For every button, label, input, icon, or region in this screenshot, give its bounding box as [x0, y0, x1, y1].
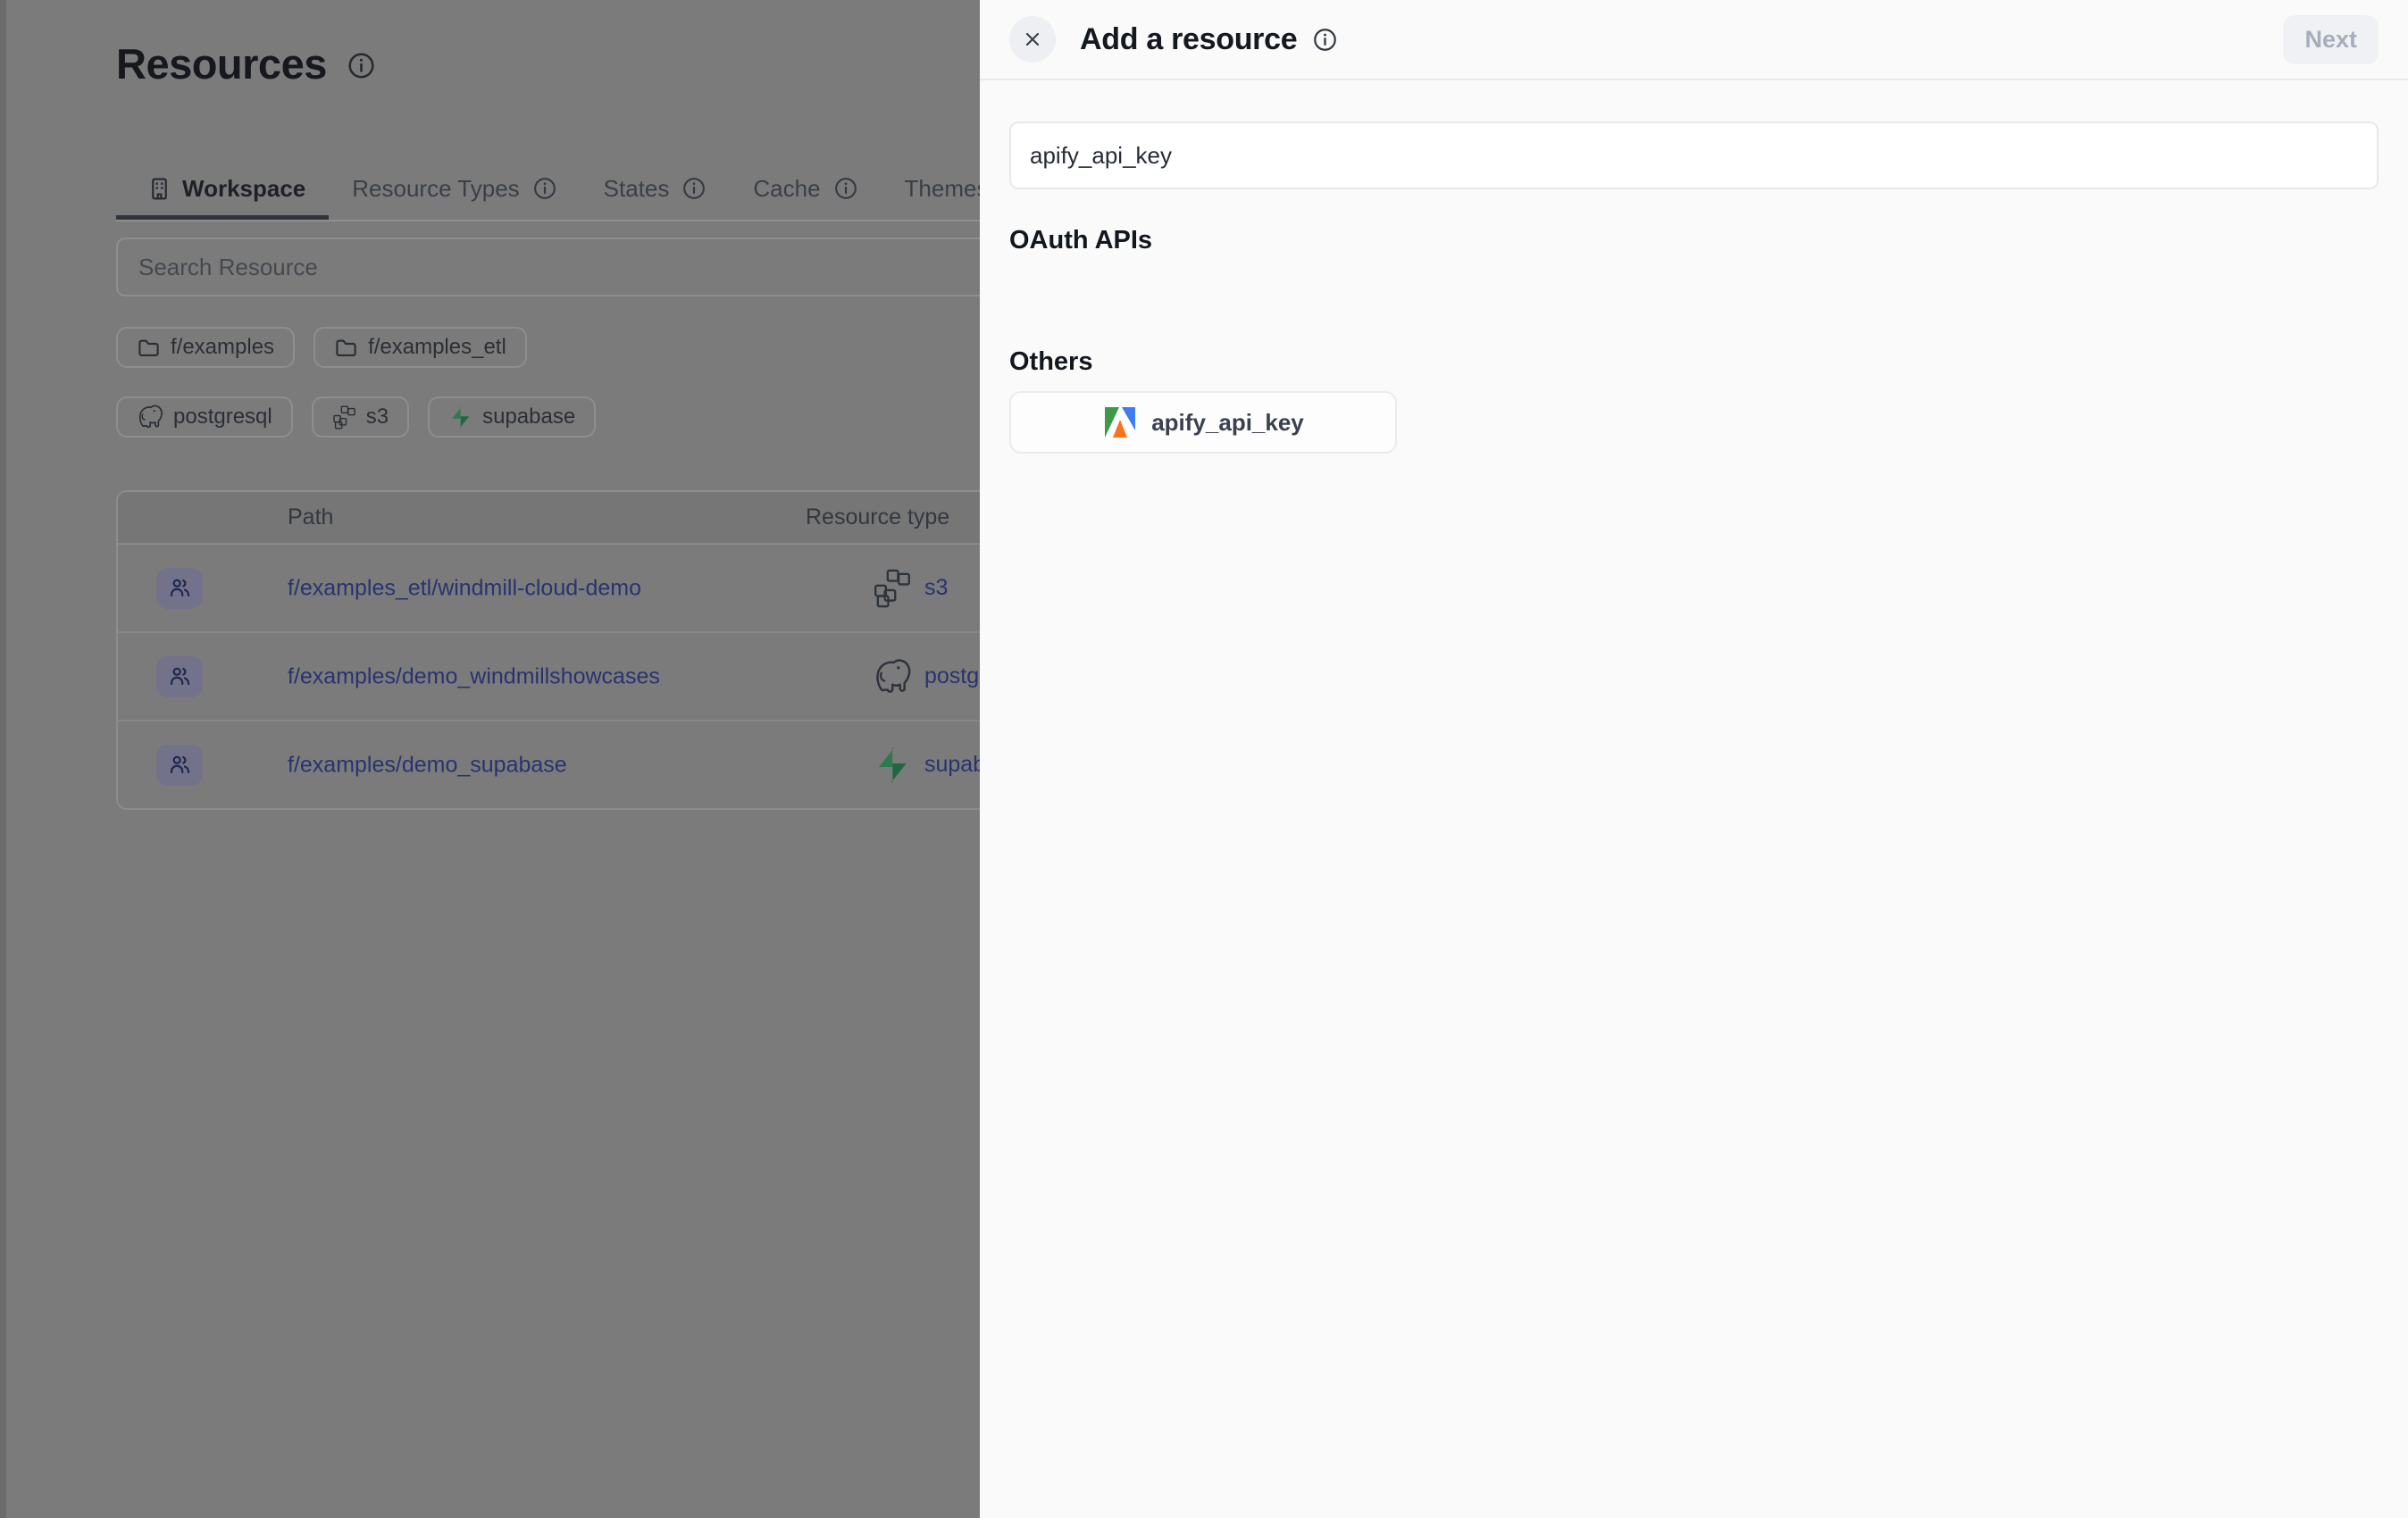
column-header-path: Path [288, 505, 333, 530]
tab-label: Workspace [182, 175, 305, 203]
drawer-header: Add a resource Next [980, 0, 2408, 80]
close-icon [1022, 29, 1043, 50]
resource-type-link[interactable]: postgresql [873, 657, 980, 696]
tab-label: Resource Types [352, 175, 519, 203]
drawer-title: Add a resource [1080, 22, 1297, 57]
resource-type-label: postgresql [924, 663, 980, 689]
folder-icon [334, 336, 358, 360]
next-button[interactable]: Next [2283, 15, 2379, 64]
close-drawer-button[interactable] [1009, 16, 1056, 63]
tab-cache[interactable]: Cache [730, 157, 881, 220]
drawer-content: OAuth APIs Others apify_api_key [980, 121, 2408, 454]
tab-themes[interactable]: Themes [882, 157, 980, 220]
type-chip-s3[interactable]: s3 [312, 396, 409, 438]
chip-label: f/examples [171, 335, 274, 360]
info-icon[interactable] [1312, 27, 1338, 53]
postgres-icon [137, 404, 163, 430]
info-icon [532, 176, 557, 201]
resources-page-dimmed: Resources Workspace Resource Types State… [0, 0, 980, 1518]
supabase-icon [873, 746, 912, 785]
shared-owner-badge [156, 745, 203, 786]
chip-label: s3 [366, 405, 389, 430]
tab-resource-types[interactable]: Resource Types [329, 157, 580, 220]
search-resource-input[interactable] [116, 238, 980, 296]
resources-table: Path Resource type f/examples_etl/windmi… [116, 490, 980, 810]
info-icon [833, 176, 858, 201]
users-icon [168, 753, 192, 777]
chip-label: f/examples_etl [368, 335, 506, 360]
table-row[interactable]: f/examples_etl/windmill-cloud-demo s3 [118, 545, 980, 631]
supabase-icon [448, 405, 472, 430]
resource-path-link[interactable]: f/examples_etl/windmill-cloud-demo [288, 575, 641, 601]
folder-chip-f-examples[interactable]: f/examples [116, 327, 295, 368]
info-icon [681, 176, 707, 201]
users-icon [168, 576, 192, 600]
section-heading-others: Others [1009, 346, 2379, 378]
folder-chip-f-examples-etl[interactable]: f/examples_etl [314, 327, 527, 368]
s3-icon [873, 569, 912, 608]
s3-icon [332, 405, 356, 430]
resource-type-link[interactable]: s3 [873, 569, 948, 608]
type-filter-chips: postgresql s3 supabase [116, 396, 596, 438]
tab-label: States [604, 175, 670, 203]
resource-type-card-label: apify_api_key [1151, 409, 1304, 437]
postgres-icon [873, 657, 912, 696]
resource-type-card-apify-api-key[interactable]: apify_api_key [1009, 391, 1397, 454]
type-chip-supabase[interactable]: supabase [428, 396, 596, 438]
chip-label: supabase [482, 405, 575, 430]
table-row[interactable]: f/examples/demo_supabase supabase [118, 720, 980, 808]
resource-type-search-input[interactable] [1009, 121, 2379, 189]
table-row[interactable]: f/examples/demo_windmillshowcases postgr… [118, 631, 980, 720]
folder-icon [137, 336, 161, 360]
type-chip-postgresql[interactable]: postgresql [116, 396, 293, 438]
resources-tab-bar: Workspace Resource Types States Cache Th… [116, 157, 980, 221]
tab-workspace[interactable]: Workspace [116, 157, 329, 220]
tab-label: Themes [905, 175, 980, 203]
tab-label: Cache [753, 175, 820, 203]
column-header-resource-type: Resource type [806, 505, 949, 530]
resource-type-link[interactable]: supabase [873, 746, 980, 785]
apify-icon [1102, 405, 1138, 440]
tab-states[interactable]: States [581, 157, 731, 220]
window-left-edge [0, 0, 6, 1518]
info-icon[interactable] [347, 51, 376, 80]
page-title-row: Resources [116, 39, 376, 88]
shared-owner-badge [156, 568, 203, 609]
shared-owner-badge [156, 656, 203, 697]
resource-path-link[interactable]: f/examples/demo_supabase [288, 752, 567, 778]
folder-filter-chips: f/examples f/examples_etl [116, 327, 527, 368]
add-resource-drawer: Add a resource Next OAuth APIs Others ap… [980, 0, 2408, 1518]
resource-type-label: supabase [924, 752, 980, 778]
building-icon [146, 176, 172, 202]
users-icon [168, 664, 192, 688]
table-header-row: Path Resource type [118, 492, 980, 545]
resource-type-label: s3 [924, 575, 948, 601]
section-heading-oauth-apis: OAuth APIs [1009, 224, 2379, 256]
page-title: Resources [116, 39, 327, 88]
resource-path-link[interactable]: f/examples/demo_windmillshowcases [288, 663, 660, 689]
chip-label: postgresql [173, 405, 272, 430]
